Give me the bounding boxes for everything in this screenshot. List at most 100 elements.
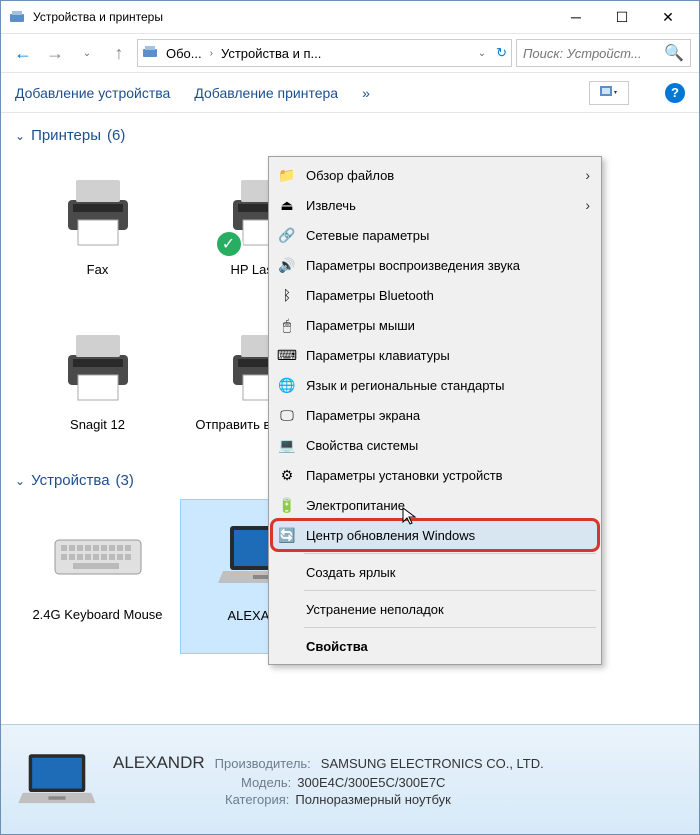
menu-item[interactable]: Создать ярлык [272, 557, 598, 587]
device-label: Snagit 12 [70, 417, 125, 433]
menu-item-label: Язык и региональные стандарты [306, 378, 590, 393]
collapse-icon[interactable]: ⌄ [15, 474, 25, 488]
more-commands-button[interactable]: » [362, 85, 370, 101]
display-icon: 🖵 [278, 406, 296, 424]
search-input[interactable] [523, 46, 660, 61]
menu-item-label: Устранение неполадок [306, 602, 590, 617]
menu-item-label: Параметры воспроизведения звука [306, 258, 590, 273]
system-icon: 💻 [278, 436, 296, 454]
printer-icon [50, 317, 146, 413]
menu-item[interactable]: 🖱 Параметры мыши [272, 310, 598, 340]
window-icon [9, 9, 25, 25]
titlebar: Устройства и принтеры ─ ☐ ✕ [1, 1, 699, 33]
update-icon: 🔄 [278, 526, 296, 544]
details-label: Категория: [225, 792, 289, 807]
chevron-right-icon: › [585, 197, 590, 213]
menu-item-label: Обзор файлов [306, 168, 575, 183]
details-pane: ALEXANDR Производитель: SAMSUNG ELECTRON… [1, 724, 699, 834]
recent-dropdown[interactable]: ⌄ [73, 39, 101, 67]
menu-item[interactable]: 🔋 Электропитание [272, 490, 598, 520]
help-button[interactable]: ? [665, 83, 685, 103]
menu-item[interactable]: 💻 Свойства системы [272, 430, 598, 460]
device-label: Fax [87, 262, 109, 278]
keyboard-icon [50, 507, 146, 603]
bluetooth-icon: ᛒ [278, 286, 296, 304]
menu-item[interactable]: 🌐 Язык и региональные стандарты [272, 370, 598, 400]
device-item-keyboard[interactable]: 2.4G Keyboard Mouse [15, 499, 180, 654]
maximize-button[interactable]: ☐ [599, 1, 645, 33]
menu-item[interactable]: ᛒПараметры Bluetooth [272, 280, 598, 310]
menu-item[interactable]: ⏏Извлечь› [272, 190, 598, 220]
context-menu: 📁 Обзор файлов ›⏏Извлечь› 🔗 Сетевые параметр… [268, 156, 602, 665]
menu-item[interactable]: ⚙ Параметры установки устройств [272, 460, 598, 490]
region-icon: 🌐 [278, 376, 296, 394]
details-name: ALEXANDR [113, 753, 205, 773]
menu-item-label: Свойства системы [306, 438, 590, 453]
menu-item[interactable]: Свойства [272, 631, 598, 661]
network-icon: 🔗 [278, 226, 296, 244]
laptop-icon [17, 750, 97, 810]
breadcrumb-seg[interactable]: Устройства и п... [217, 44, 325, 63]
menu-item[interactable]: 🔗 Сетевые параметры [272, 220, 598, 250]
collapse-icon[interactable]: ⌄ [15, 129, 25, 143]
menu-item-label: Создать ярлык [306, 565, 590, 580]
breadcrumb-seg[interactable]: Обо... [162, 44, 206, 63]
menu-item-label: Свойства [306, 639, 590, 654]
folder-icon: 📁 [278, 166, 296, 184]
device-icon: ⚙ [278, 466, 296, 484]
device-item-fax[interactable]: Fax [15, 154, 180, 309]
blank-icon [278, 600, 296, 618]
menu-separator [304, 627, 596, 628]
menu-separator [304, 590, 596, 591]
menu-item[interactable]: 📁Обзор файлов› [272, 160, 598, 190]
search-icon[interactable]: 🔍 [664, 43, 684, 63]
details-label: Производитель: [215, 756, 311, 771]
add-device-button[interactable]: Добавление устройства [15, 85, 170, 101]
chevron-down-icon[interactable]: ⌄ [478, 48, 486, 59]
back-button[interactable]: ← [9, 39, 37, 67]
menu-item[interactable]: 🔄 Центр обновления Windows [272, 520, 598, 550]
group-header-printers[interactable]: ⌄ Принтеры (6) [15, 127, 685, 144]
refresh-icon[interactable]: ↻ [496, 45, 507, 61]
group-label: Принтеры [31, 127, 101, 144]
device-item-snagit[interactable]: Snagit 12 [15, 309, 180, 464]
close-button[interactable]: ✕ [645, 1, 691, 33]
window-title: Устройства и принтеры [33, 10, 553, 24]
chevron-icon[interactable]: › [210, 48, 213, 59]
menu-item-label: Центр обновления Windows [306, 528, 589, 543]
details-value: SAMSUNG ELECTRONICS CO., LTD. [321, 756, 544, 771]
default-check-icon: ✓ [215, 230, 243, 258]
menu-item[interactable]: ⌨Параметры клавиатуры [272, 340, 598, 370]
minimize-button[interactable]: ─ [553, 1, 599, 33]
device-label: 2.4G Keyboard Mouse [32, 607, 162, 623]
group-count: (3) [116, 472, 134, 489]
add-printer-button[interactable]: Добавление принтера [194, 85, 338, 101]
devices-icon [142, 44, 158, 63]
group-count: (6) [107, 127, 125, 144]
menu-item[interactable]: 🔊Параметры воспроизведения звука [272, 250, 598, 280]
address-bar[interactable]: Обо... › Устройства и п... ⌄ ↻ [137, 39, 512, 67]
menu-item-label: Параметры установки устройств [306, 468, 590, 483]
eject-icon: ⏏ [278, 196, 296, 214]
blank-icon [278, 637, 296, 655]
menu-item[interactable]: 🖵 Параметры экрана [272, 400, 598, 430]
menu-item-label: Параметры мыши [306, 318, 590, 333]
menu-separator [304, 553, 596, 554]
view-options-button[interactable] [589, 81, 629, 105]
mouse-icon: 🖱 [278, 316, 296, 334]
power-icon: 🔋 [278, 496, 296, 514]
search-box[interactable]: 🔍 [516, 39, 691, 67]
menu-item-label: Параметры экрана [306, 408, 590, 423]
details-value: Полноразмерный ноутбук [295, 792, 450, 807]
menu-item-label: Электропитание [306, 498, 590, 513]
menu-item-label: Сетевые параметры [306, 228, 590, 243]
details-value: 300E4C/300E5C/300E7C [297, 775, 445, 790]
forward-button[interactable]: → [41, 39, 69, 67]
menu-item[interactable]: Устранение неполадок [272, 594, 598, 624]
details-label: Модель: [241, 775, 291, 790]
group-label: Устройства [31, 472, 109, 489]
address-row: ← → ⌄ ↑ Обо... › Устройства и п... ⌄ ↻ 🔍 [1, 33, 699, 73]
command-bar: Добавление устройства Добавление принтер… [1, 73, 699, 113]
keyboard-icon: ⌨ [278, 346, 296, 364]
up-button[interactable]: ↑ [105, 39, 133, 67]
